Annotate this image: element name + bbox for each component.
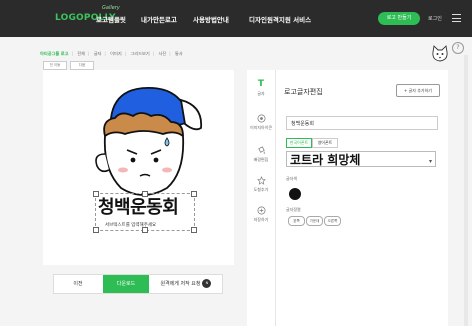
prev-page-button[interactable]: 전 이동	[43, 61, 67, 70]
tab-text[interactable]: T 글자	[247, 80, 275, 97]
logo-main-text[interactable]: 청백운동회	[98, 193, 196, 219]
text-icon: T	[257, 79, 265, 89]
top-navigation-bar: Gallery LOGOPOLLY 로고템플릿 내가만든로고 사용방법안내 디자…	[0, 0, 472, 37]
paint-icon	[257, 146, 265, 155]
panel-title: 로고글자편집	[284, 88, 323, 96]
text-color-swatch[interactable]	[289, 188, 301, 200]
text-input-value: 청백운동회	[291, 121, 315, 127]
help-icon[interactable]: ?	[452, 42, 464, 54]
prev-button[interactable]: 이전	[54, 275, 102, 293]
nav-templates[interactable]: 로고템플릿	[96, 14, 126, 24]
create-logo-button[interactable]: 로고 만들기	[378, 12, 420, 25]
star-icon	[256, 176, 266, 185]
resize-handle[interactable]	[191, 227, 197, 233]
crumb-item[interactable]: 사진	[159, 51, 167, 56]
resize-handle[interactable]	[93, 227, 99, 233]
tab-background[interactable]: 배경편집	[247, 146, 275, 163]
new-badge: N	[202, 279, 212, 288]
nav-design-service[interactable]: 디자인원격지원 서비스	[249, 14, 311, 24]
text-edit-panel: 로고글자편집 + 글자 추가하기 청백운동회 한국어폰트 영어폰트 코트라 희망…	[276, 70, 448, 326]
download-button[interactable]: 다운로드	[103, 275, 149, 293]
align-right-button[interactable]: 오른쪽	[324, 216, 341, 226]
font-select-value: 코트라 희망체	[290, 153, 361, 167]
crumb-item[interactable]: 글자	[94, 51, 102, 56]
logo-tagline: Gallery	[102, 5, 120, 11]
image-icon	[257, 114, 265, 123]
nav-how-to[interactable]: 사용방법안내	[193, 14, 229, 24]
crumb-item[interactable]: 그리드보기	[131, 51, 150, 56]
align-left-button[interactable]: 왼쪽	[288, 216, 305, 226]
nav-my-logos[interactable]: 내가만든로고	[141, 14, 177, 24]
text-input-field[interactable]: 청백운동회	[286, 116, 438, 130]
tab-shapes[interactable]: 도형추가	[247, 176, 275, 193]
align-center-button[interactable]: 가운데	[306, 216, 323, 226]
english-font-toggle[interactable]: 영어폰트	[312, 138, 338, 148]
korean-font-toggle[interactable]: 한국어폰트	[286, 138, 312, 148]
align-label: 글자정렬	[286, 207, 301, 212]
next-page-button[interactable]: 다음	[70, 61, 94, 70]
page-scrollbar[interactable]	[464, 55, 468, 326]
tab-save[interactable]: 저장하기	[247, 206, 275, 223]
character-illustration	[95, 87, 203, 196]
remote-request-label: 원격에게 저작 요청	[160, 281, 201, 287]
crumb-item[interactable]: 전체	[77, 51, 85, 56]
cat-mascot-icon	[432, 45, 448, 62]
color-label: 글자색	[286, 176, 298, 181]
tab-image[interactable]: 이미지아이콘	[247, 114, 275, 131]
menu-icon[interactable]	[452, 14, 461, 22]
editor-side-tabs: T 글자 이미지아이콘 배경편집 도형추가 저장하기	[247, 70, 276, 326]
logo-subtitle-text[interactable]: 서브텍스트를 입력해주세요	[105, 222, 156, 228]
bottom-action-bar: 이전 다운로드 원격에게 저작 요청 N	[53, 274, 223, 294]
chevron-down-icon: ▾	[428, 158, 432, 165]
font-select[interactable]: 코트라 희망체 ▾	[286, 151, 436, 167]
crumb-item[interactable]: 이미지	[110, 51, 122, 56]
add-text-button[interactable]: + 글자 추가하기	[396, 84, 440, 97]
category-breadcrumb: 아티공그룹 로고 | 전체 | 글자 | 이미지 | 그리드보기 | 사진 | 통사	[40, 51, 183, 56]
login-link[interactable]: 로그인	[428, 15, 442, 22]
logo-canvas[interactable]	[43, 70, 234, 265]
crumb-current[interactable]: 아티공그룹 로고	[40, 51, 68, 56]
save-icon	[257, 206, 265, 215]
remote-request-button[interactable]: 원격에게 저작 요청 N	[150, 275, 222, 293]
crumb-item[interactable]: 통사	[175, 51, 183, 56]
